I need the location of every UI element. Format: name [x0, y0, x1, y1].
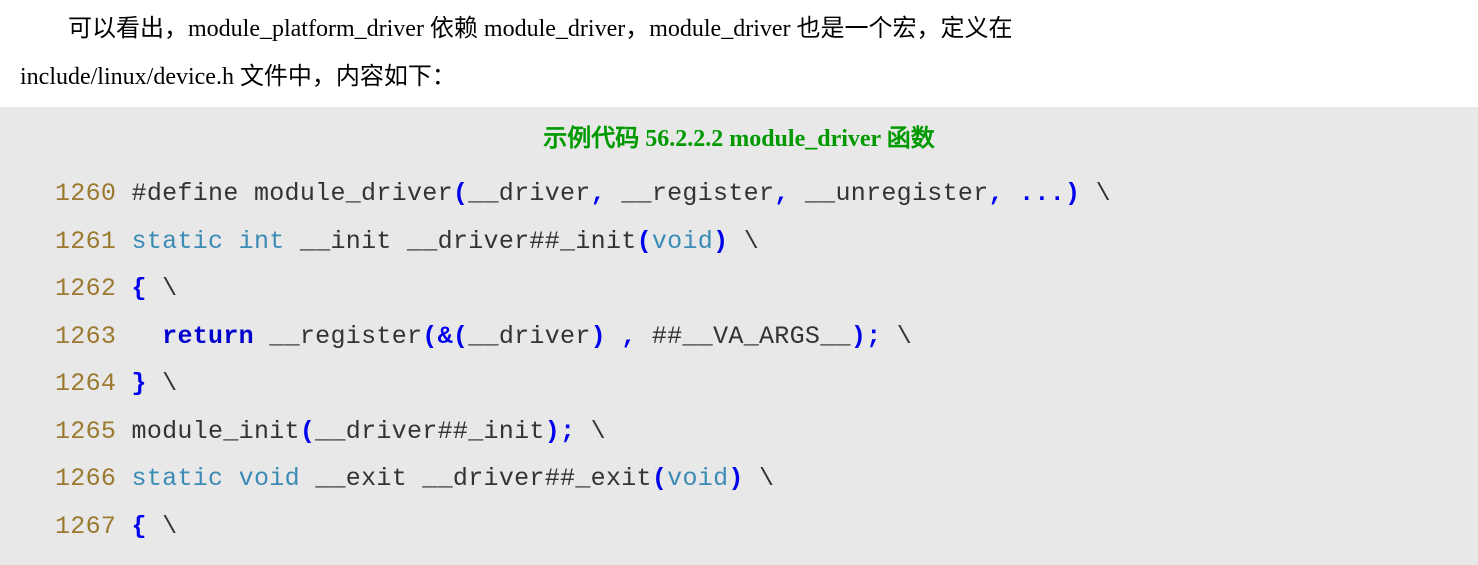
code-token: \	[728, 227, 759, 256]
code-token: \	[744, 464, 775, 493]
code-token: ,	[621, 322, 636, 351]
code-token: static	[132, 227, 224, 256]
code-token: \	[147, 274, 178, 303]
code-token: return	[162, 322, 254, 351]
code-token: \	[575, 417, 606, 446]
line-number: 1264	[55, 369, 116, 398]
code-token	[116, 274, 131, 303]
code-token: ,	[989, 179, 1004, 208]
code-token: __init __driver##_init	[285, 227, 637, 256]
code-token: __register	[606, 179, 774, 208]
code-token: ,	[774, 179, 789, 208]
code-token	[116, 322, 162, 351]
code-line: 1260 #define module_driver(__driver, __r…	[55, 170, 1423, 218]
code-token: }	[132, 369, 147, 398]
code-token: #define module_driver	[116, 179, 453, 208]
line-number: 1265	[55, 417, 116, 446]
code-token	[116, 227, 131, 256]
code-token: (	[652, 464, 667, 493]
code-token	[223, 227, 238, 256]
code-token	[116, 464, 131, 493]
code-token: void	[667, 464, 728, 493]
code-token: )	[713, 227, 728, 256]
code-token	[1004, 179, 1019, 208]
code-token: void	[652, 227, 713, 256]
code-token: __register	[254, 322, 422, 351]
code-token: static	[132, 464, 224, 493]
code-token: )	[591, 322, 606, 351]
code-token: {	[132, 274, 147, 303]
code-token	[223, 464, 238, 493]
code-token: __driver	[468, 322, 590, 351]
code-token: (	[453, 179, 468, 208]
code-line: 1263 return __register(&(__driver) , ##_…	[55, 313, 1423, 361]
line-number: 1262	[55, 274, 116, 303]
code-token: (	[637, 227, 652, 256]
code-line: 1262 { \	[55, 265, 1423, 313]
line-number: 1260	[55, 179, 116, 208]
code-line: 1267 { \	[55, 503, 1423, 551]
code-token: __unregister	[790, 179, 989, 208]
code-token: ##__VA_ARGS__	[637, 322, 851, 351]
code-token	[606, 322, 621, 351]
code-token: __driver##_init	[315, 417, 545, 446]
code-lines-container: 1260 #define module_driver(__driver, __r…	[55, 170, 1423, 550]
code-token: void	[239, 464, 300, 493]
code-token: int	[239, 227, 285, 256]
code-token: ,	[591, 179, 606, 208]
code-token: \	[881, 322, 912, 351]
line-number: 1261	[55, 227, 116, 256]
code-token: \	[1080, 179, 1111, 208]
code-token	[116, 369, 131, 398]
code-token: module_init	[116, 417, 300, 446]
code-token: (&(	[422, 322, 468, 351]
code-token: \	[147, 369, 178, 398]
line-number: 1263	[55, 322, 116, 351]
code-token: (	[300, 417, 315, 446]
code-title: 示例代码 56.2.2.2 module_driver 函数	[55, 117, 1423, 163]
description-paragraph-line1: 可以看出，module_platform_driver 依赖 module_dr…	[0, 0, 1478, 58]
code-token: )	[728, 464, 743, 493]
code-block: 示例代码 56.2.2.2 module_driver 函数 1260 #def…	[0, 107, 1478, 565]
description-paragraph-line2: include/linux/device.h 文件中，内容如下：	[0, 58, 1478, 106]
code-token: );	[851, 322, 882, 351]
code-line: 1266 static void __exit __driver##_exit(…	[55, 455, 1423, 503]
code-token: __exit __driver##_exit	[300, 464, 652, 493]
code-token: );	[545, 417, 576, 446]
line-number: 1266	[55, 464, 116, 493]
code-token: ...)	[1019, 179, 1080, 208]
code-line: 1264 } \	[55, 360, 1423, 408]
code-line: 1261 static int __init __driver##_init(v…	[55, 218, 1423, 266]
code-token: __driver	[468, 179, 590, 208]
code-line: 1265 module_init(__driver##_init); \	[55, 408, 1423, 456]
